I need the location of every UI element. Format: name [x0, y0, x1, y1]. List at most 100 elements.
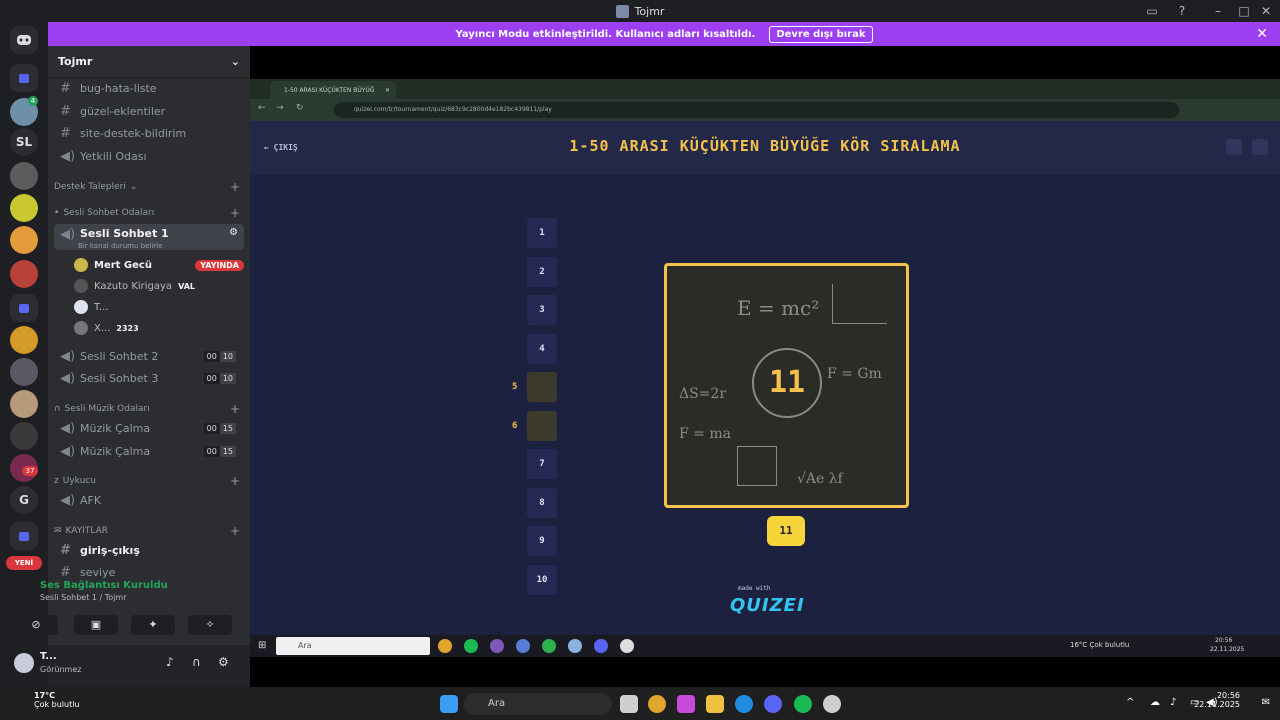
category-sesli-sohbet[interactable]: • Sesli Sohbet Odaları + — [54, 206, 244, 220]
help-icon[interactable]: ? — [1170, 2, 1194, 20]
add-channel-icon[interactable]: + — [230, 180, 240, 194]
server-icon[interactable] — [10, 358, 38, 386]
channel-site-destek-bildirim[interactable]: # site-destek-bildirim — [54, 123, 244, 143]
voice-channel-sesli-sohbet-3[interactable]: ◀) Sesli Sohbet 3 00 10 — [54, 368, 244, 388]
server-name: Tojmr — [58, 55, 93, 68]
close-icon[interactable]: ✕ — [385, 87, 390, 94]
browser-tab[interactable]: 1-50 ARASI KÜÇÜKTEN BÜYÜĞ ✕ — [270, 81, 396, 99]
task-view-icon[interactable] — [620, 695, 638, 713]
slot-10[interactable]: 10 — [527, 565, 557, 595]
current-number-badge[interactable]: 11 — [767, 516, 805, 546]
maximize-button[interactable]: □ — [1232, 2, 1256, 20]
soundboard-button[interactable]: ✧ — [188, 615, 232, 635]
forward-icon[interactable]: → — [276, 103, 284, 113]
channel-yetkili-odasi[interactable]: ◀) Yetkili Odası — [54, 146, 244, 166]
channel-giris-cikis[interactable]: # giriş-çıkış — [54, 540, 244, 560]
file-explorer-icon[interactable] — [706, 695, 724, 713]
camera-off-button[interactable]: ⊘ — [14, 615, 58, 635]
server-icon[interactable] — [10, 326, 38, 354]
copilot-icon[interactable] — [677, 695, 695, 713]
folder-icon[interactable] — [10, 522, 38, 550]
add-channel-icon[interactable]: + — [230, 206, 240, 220]
voice-user[interactable]: Mert Gecü YAYINDA — [74, 256, 244, 274]
server-sl[interactable]: SL — [10, 128, 38, 156]
notification-icon[interactable]: ✉ — [1262, 697, 1270, 708]
speaker-icon: ◀) — [60, 148, 76, 164]
server-icon[interactable] — [10, 390, 38, 418]
address-bar[interactable]: quizei.com/tr/tournament/quiz/683c9c2800… — [334, 102, 1179, 118]
channel-bug-hata-liste[interactable]: # bug-hata-liste — [54, 78, 244, 98]
settings-icon[interactable]: ⚙ — [229, 227, 238, 238]
close-icon[interactable]: ✕ — [1256, 26, 1268, 42]
add-channel-icon[interactable]: + — [230, 402, 240, 416]
server-icon[interactable] — [10, 162, 38, 190]
username[interactable]: T... — [40, 651, 57, 662]
flag-icon[interactable] — [1226, 139, 1242, 155]
discord-icon[interactable] — [764, 695, 782, 713]
voice-user[interactable]: Kazuto Kirigaya VAL — [74, 277, 244, 295]
activities-button[interactable]: ✦ — [131, 615, 175, 635]
voice-channel-afk[interactable]: ◀) AFK — [54, 490, 244, 510]
slot-6[interactable] — [527, 411, 557, 441]
folder-icon[interactable] — [10, 64, 38, 92]
voice-user[interactable]: X... 2323 — [74, 319, 244, 337]
reload-icon[interactable]: ↻ — [296, 103, 304, 113]
avatar[interactable] — [14, 653, 34, 673]
voice-user[interactable]: T... — [74, 298, 244, 316]
category-sesli-muzik[interactable]: ∩ Sesli Müzik Odaları + — [54, 402, 244, 416]
folder-icon[interactable] — [10, 294, 38, 322]
slot-2[interactable]: 2 — [527, 257, 557, 287]
slot-7[interactable]: 7 — [527, 449, 557, 479]
add-channel-icon[interactable]: + — [230, 474, 240, 488]
channel-status[interactable]: Bir kanal durumu belirle — [72, 240, 262, 252]
category-destek-talepleri[interactable]: Destek Talepleri ⌄ + — [54, 180, 244, 194]
slot-3[interactable]: 3 — [527, 295, 557, 325]
quizei-logo[interactable]: QUIZEI — [730, 595, 805, 616]
disable-streamer-mode-button[interactable]: Devre dışı bırak — [769, 25, 873, 43]
microphone-icon[interactable]: ♪ — [1170, 697, 1176, 708]
new-badge[interactable]: YENİ — [6, 556, 42, 570]
headphones-icon[interactable]: ∩ — [192, 655, 201, 669]
add-channel-icon[interactable]: + — [230, 524, 240, 538]
category-uykucu[interactable]: z Uykucu + — [54, 474, 244, 488]
slot-5[interactable] — [527, 372, 557, 402]
channel-seviye[interactable]: # seviye — [54, 562, 244, 582]
voice-channel-muzik-calma-1[interactable]: ◀) Müzik Çalma 00 15 — [54, 418, 244, 438]
voice-status[interactable]: Ses Bağlantısı Kuruldu — [40, 580, 230, 591]
steam-icon[interactable] — [823, 695, 841, 713]
server-icon[interactable] — [10, 194, 38, 222]
category-kayitlar[interactable]: ✉ KAYITLAR + — [54, 524, 244, 538]
taskbar-clock[interactable]: 20:56 22.11.2025 — [1194, 691, 1240, 709]
spotify-icon[interactable] — [794, 695, 812, 713]
server-icon[interactable] — [10, 226, 38, 254]
inbox-icon[interactable]: ▭ — [1140, 2, 1164, 20]
settings-icon[interactable]: ⚙ — [218, 655, 229, 669]
server-header[interactable]: Tojmr ⌄ — [48, 46, 250, 78]
stream-time: 20:56 — [1215, 637, 1233, 644]
chevron-up-icon[interactable]: ^ — [1126, 697, 1134, 708]
channel-guzel-eklentiler[interactable]: # güzel-eklentiler — [54, 101, 244, 121]
discord-home-icon[interactable] — [10, 26, 38, 54]
start-icon[interactable] — [440, 695, 458, 713]
microphone-icon[interactable]: ♪ — [166, 655, 174, 669]
edge-icon[interactable] — [735, 695, 753, 713]
slot-9[interactable]: 9 — [527, 526, 557, 556]
close-button[interactable]: ✕ — [1254, 2, 1278, 20]
taskbar-search[interactable]: Ara — [464, 693, 612, 715]
server-g[interactable]: G — [10, 486, 38, 514]
minimize-button[interactable]: – — [1206, 2, 1230, 20]
back-icon[interactable]: ← — [258, 103, 266, 113]
voice-channel-sesli-sohbet-2[interactable]: ◀) Sesli Sohbet 2 00 10 — [54, 346, 244, 366]
weather-widget[interactable]: 17°C Çok bulutlu — [10, 691, 80, 709]
avatar — [74, 258, 88, 272]
slot-1[interactable]: 1 — [527, 218, 557, 248]
fullscreen-icon[interactable] — [1252, 139, 1268, 155]
cloud-icon[interactable]: ☁ — [1150, 697, 1160, 708]
server-icon[interactable] — [10, 260, 38, 288]
slot-8[interactable]: 8 — [527, 488, 557, 518]
server-icon[interactable] — [10, 422, 38, 450]
chrome-icon[interactable] — [648, 695, 666, 713]
slot-4[interactable]: 4 — [527, 334, 557, 364]
voice-channel-muzik-calma-2[interactable]: ◀) Müzik Çalma 00 15 — [54, 441, 244, 461]
share-screen-button[interactable]: ▣ — [74, 615, 118, 635]
